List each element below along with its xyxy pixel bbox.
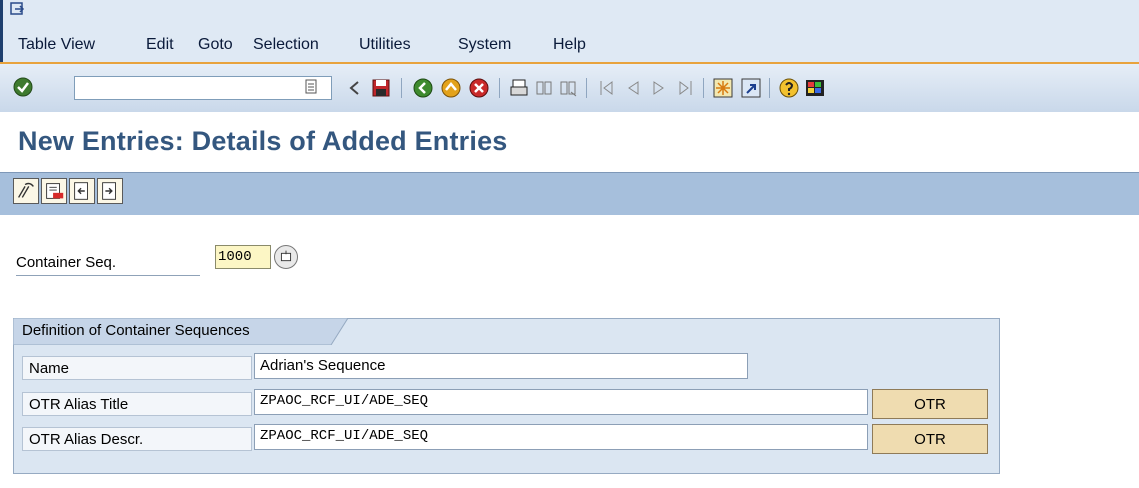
last-page-icon[interactable] [674,77,696,99]
value-help-icon[interactable] [274,245,298,269]
window-edge [0,0,3,62]
create-session-icon[interactable] [712,77,734,99]
first-page-icon[interactable] [596,77,618,99]
otr-title-button[interactable]: OTR [872,389,988,419]
command-field[interactable] [74,76,332,100]
menu-table-view[interactable]: Table View [18,36,95,54]
system-menu-icon[interactable] [10,2,25,17]
shortcut-icon[interactable] [740,77,762,99]
enter-icon[interactable] [12,76,34,98]
print-icon[interactable] [508,77,530,99]
find-icon[interactable] [533,77,555,99]
toolbar-separator [703,78,704,98]
customize-layout-icon[interactable] [804,77,826,99]
otr-alias-descr-field[interactable]: ZPAOC_RCF_UI/ADE_SEQ [254,424,868,450]
previous-entry-icon[interactable] [69,178,95,204]
page-title: New Entries: Details of Added Entries [18,126,508,156]
change-display-icon[interactable] [13,178,39,204]
next-page-icon[interactable] [648,77,670,99]
previous-page-icon[interactable] [622,77,644,99]
menu-selection[interactable]: Selection [253,36,319,54]
menu-help[interactable]: Help [553,36,586,54]
history-dropdown-icon[interactable] [303,78,319,96]
otr-alias-title-field[interactable]: ZPAOC_RCF_UI/ADE_SEQ [254,389,868,415]
next-entry-icon[interactable] [97,178,123,204]
container-seq-label: Container Seq. [16,250,200,276]
toolbar-separator [586,78,587,98]
name-label: Name [22,356,252,380]
name-field[interactable]: Adrian's Sequence [254,353,748,379]
menu-edit[interactable]: Edit [146,36,174,54]
toolbar-separator [401,78,402,98]
otr-alias-descr-label: OTR Alias Descr. [22,427,252,451]
find-next-icon[interactable] [557,77,579,99]
otr-alias-title-label: OTR Alias Title [22,392,252,416]
back-icon[interactable] [412,77,434,99]
help-icon[interactable] [778,77,800,99]
cancel-icon[interactable] [468,77,490,99]
container-seq-field[interactable]: 1000 [215,245,271,269]
toolbar-separator [769,78,770,98]
application-toolbar [0,173,1139,215]
toolbar-separator [499,78,500,98]
menu-goto[interactable]: Goto [198,36,233,54]
otr-descr-button[interactable]: OTR [872,424,988,454]
group-title: Definition of Container Sequences [22,322,250,339]
back-arrow-icon[interactable] [344,77,366,99]
delete-icon[interactable] [41,178,67,204]
menu-system[interactable]: System [458,36,511,54]
menu-utilities[interactable]: Utilities [359,36,411,54]
exit-icon[interactable] [440,77,462,99]
save-icon[interactable] [370,77,392,99]
